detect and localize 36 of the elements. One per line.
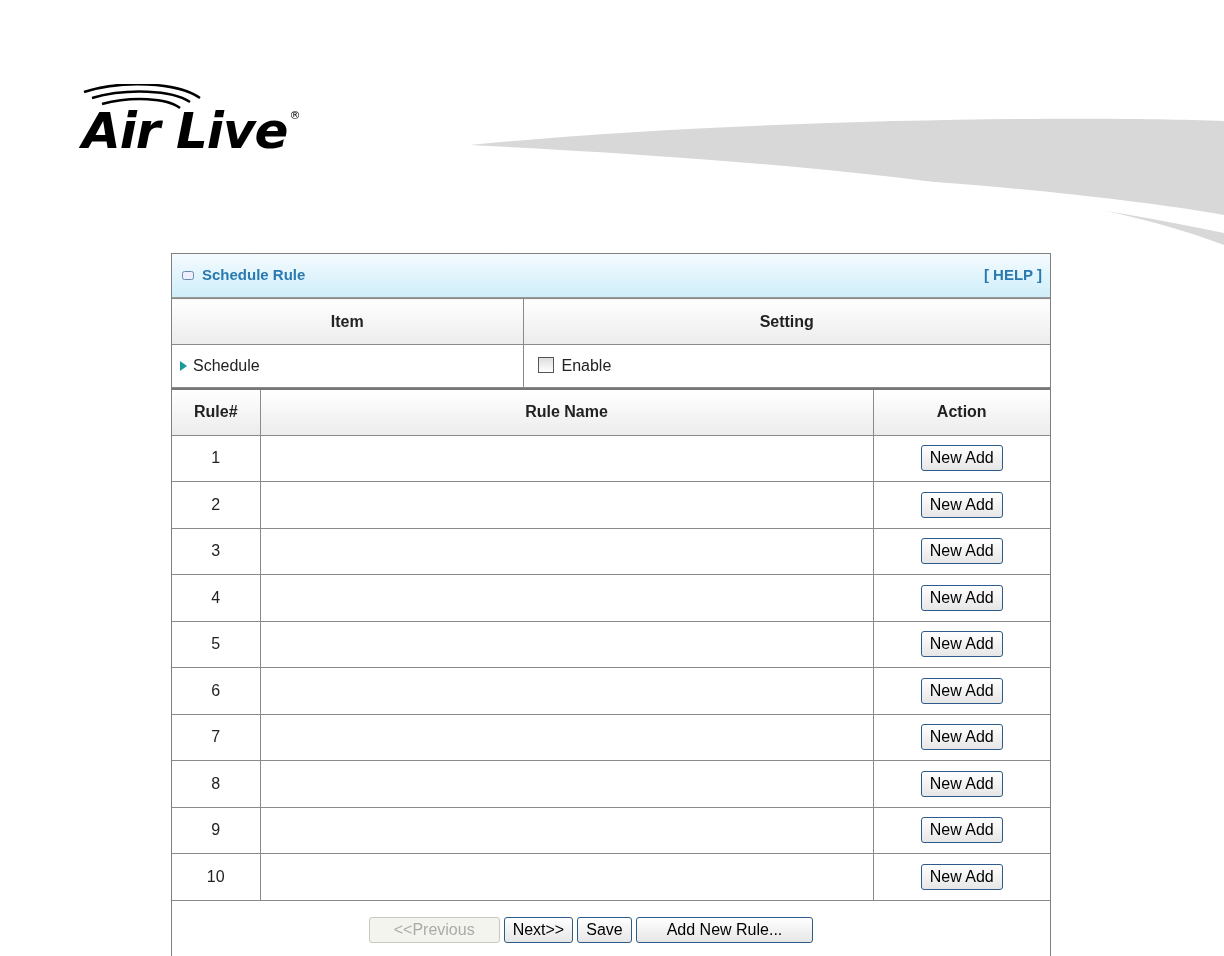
registered-mark: ® (289, 110, 300, 121)
bullet-icon (182, 271, 194, 280)
table-cell: 8 (172, 760, 260, 807)
table-cell: 9 (172, 807, 260, 854)
nav-button[interactable]: Save (577, 916, 632, 943)
table-cell: 6 (172, 667, 260, 714)
column-header: Rule Name (260, 389, 873, 435)
arrow-icon (180, 361, 187, 371)
help-link[interactable]: [ HELP ] (983, 264, 1042, 287)
table-cell: 10 (172, 853, 260, 900)
setting-label: Schedule (193, 357, 260, 374)
new-add-button[interactable]: New Add (920, 445, 1003, 472)
checkbox[interactable] (537, 357, 554, 373)
new-add-button[interactable]: New Add (920, 770, 1003, 797)
checkbox-label: Enable (561, 357, 612, 374)
table-cell: 2 (172, 481, 260, 528)
column-header: Rule# (172, 389, 260, 435)
new-add-button[interactable]: New Add (920, 724, 1003, 751)
table-cell: 5 (172, 621, 260, 668)
panel-title: Schedule Rule (202, 265, 306, 286)
new-add-button[interactable]: New Add (920, 584, 1003, 611)
nav-button[interactable]: Add New Rule... (635, 916, 814, 943)
new-add-button[interactable]: New Add (920, 677, 1003, 704)
table-cell: 3 (172, 528, 260, 575)
nav-button[interactable]: Next>> (503, 916, 574, 943)
table-cell: 4 (172, 574, 260, 621)
new-add-button[interactable]: New Add (920, 817, 1003, 844)
new-add-button[interactable]: New Add (920, 538, 1003, 565)
column-header: Setting (523, 298, 1050, 345)
new-add-button[interactable]: New Add (920, 631, 1003, 658)
new-add-button[interactable]: New Add (920, 491, 1003, 518)
column-header: Item (172, 298, 523, 345)
table-cell: 7 (172, 714, 260, 761)
column-header: Action (873, 389, 1050, 435)
table-cell: 1 (172, 435, 260, 482)
new-add-button[interactable]: New Add (920, 863, 1003, 890)
